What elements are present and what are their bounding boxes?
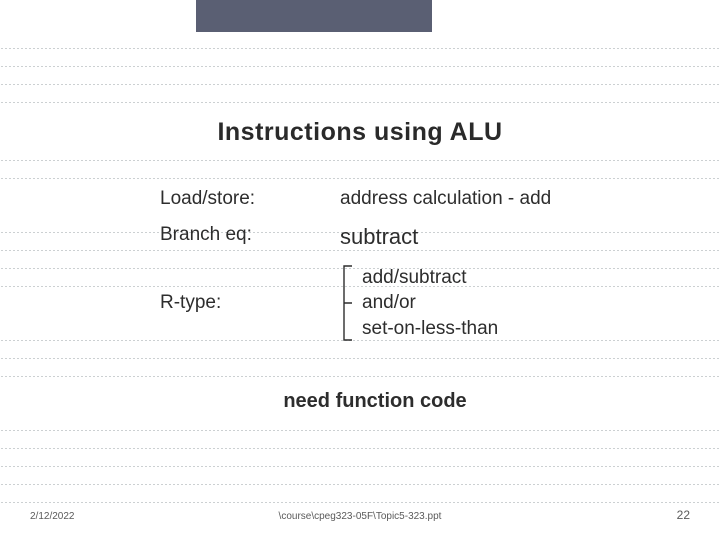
value-loadstore: address calculation - add: [340, 188, 680, 210]
row-branch: Branch eq: subtract: [160, 224, 680, 250]
label-rtype: R-type:: [160, 292, 340, 314]
label-loadstore: Load/store:: [160, 188, 340, 210]
row-loadstore: Load/store: address calculation - add: [160, 188, 680, 210]
header-band: [196, 0, 432, 32]
rtype-line-3: set-on-less-than: [362, 316, 498, 342]
rtype-line-1: add/subtract: [362, 265, 498, 291]
rtype-block: add/subtract and/or set-on-less-than: [340, 264, 498, 342]
footer-path: \course\cpeg323-05F\Topic5-323.ppt: [0, 511, 720, 522]
slide-title: Instructions using ALU: [0, 118, 720, 147]
rtype-line-2: and/or: [362, 290, 498, 316]
content-area: Load/store: address calculation - add Br…: [160, 188, 680, 356]
bracket-icon: [340, 264, 354, 342]
footer-page-number: 22: [677, 508, 690, 522]
label-branch: Branch eq:: [160, 224, 340, 246]
value-branch: subtract: [340, 224, 680, 250]
rtype-lines: add/subtract and/or set-on-less-than: [362, 265, 498, 342]
need-function-code: need function code: [0, 390, 720, 413]
row-rtype: R-type: add/subtract and/or set-on-less-…: [160, 264, 680, 342]
